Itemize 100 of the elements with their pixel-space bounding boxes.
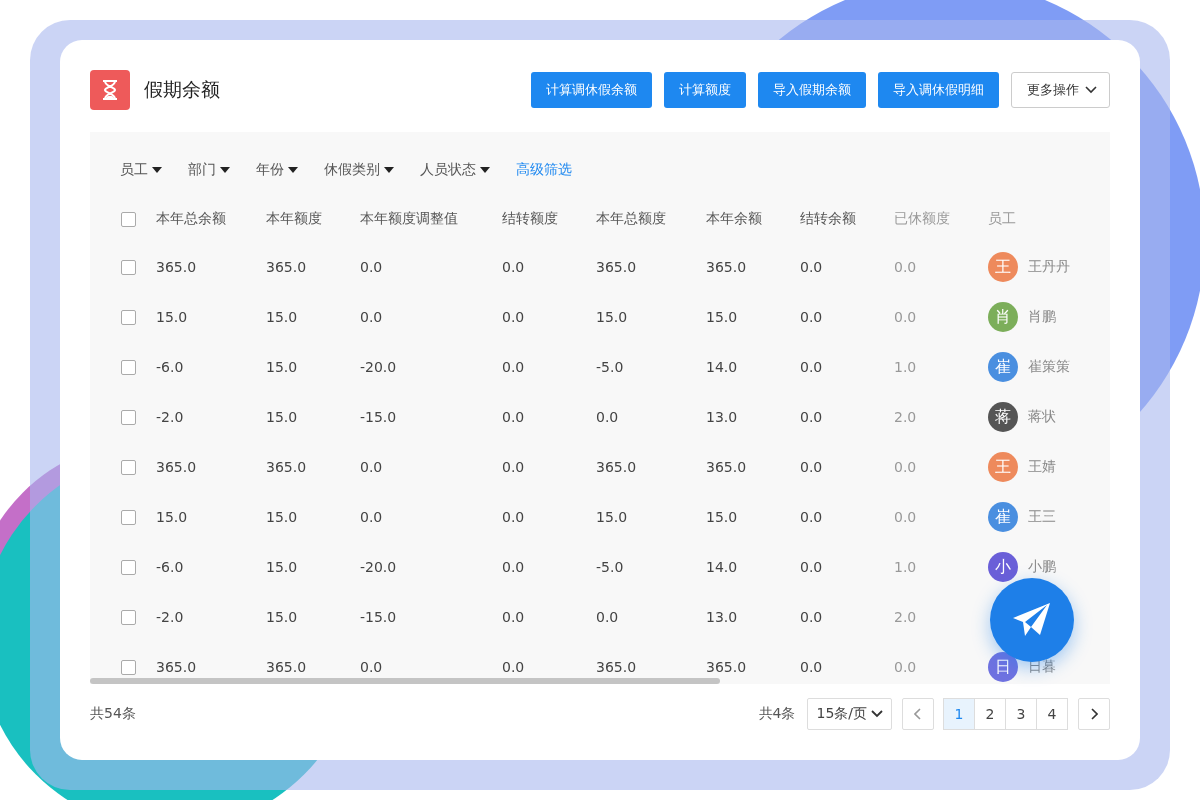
table-cell-text: 365.0 xyxy=(706,659,748,675)
filter-dropdown[interactable]: 休假类别 xyxy=(324,161,394,179)
table-cell-text: 15.0 xyxy=(266,409,299,425)
employee-name: 王婧 xyxy=(1028,458,1056,476)
table-cell-text: 15.0 xyxy=(596,509,629,525)
filter-dropdown[interactable]: 年份 xyxy=(256,161,298,179)
employee-name: 小鹏 xyxy=(1028,558,1056,576)
column-header: 结转余额 xyxy=(800,210,857,228)
previous-page-button[interactable] xyxy=(902,698,934,730)
column-header: 本年总额度 xyxy=(596,210,667,228)
page-button[interactable]: 3 xyxy=(1005,698,1037,730)
table-cell-text: 15.0 xyxy=(266,309,299,325)
row-checkbox[interactable] xyxy=(120,409,136,425)
table-cell-text: 0.0 xyxy=(360,259,384,275)
row-checkbox[interactable] xyxy=(120,359,136,375)
advanced-filter-link[interactable]: 高级筛选 xyxy=(516,161,572,179)
row-checkbox[interactable] xyxy=(120,559,136,575)
table-cell-text: 365.0 xyxy=(266,259,308,275)
employee-name: 崔策策 xyxy=(1028,358,1070,376)
table-cell-text: 0.0 xyxy=(502,259,526,275)
avatar: 蒋 xyxy=(988,402,1018,432)
table-cell-text: 0.0 xyxy=(502,559,526,575)
table-cell-text: 365.0 xyxy=(266,659,308,675)
page-size-select[interactable]: 15条/页 xyxy=(807,698,892,730)
table-cell-text: 14.0 xyxy=(706,559,739,575)
avatar: 崔 xyxy=(988,352,1018,382)
table-cell-text: 365.0 xyxy=(156,459,198,475)
table-cell-text: 0.0 xyxy=(800,309,824,325)
table-cell-text: 365.0 xyxy=(266,459,308,475)
table-cell-text: 0.0 xyxy=(502,509,526,525)
page-button[interactable]: 4 xyxy=(1036,698,1068,730)
table-cell-text: 0.0 xyxy=(894,459,918,475)
row-checkbox[interactable] xyxy=(120,659,136,675)
row-checkbox[interactable] xyxy=(120,309,136,325)
action-button[interactable]: 计算额度 xyxy=(664,72,746,108)
filter-dropdown[interactable]: 人员状态 xyxy=(420,161,490,179)
table-cell-text: 1.0 xyxy=(894,559,918,575)
caret-icon xyxy=(384,167,394,173)
caret-icon xyxy=(480,167,490,173)
table-cell-text: 15.0 xyxy=(156,509,189,525)
row-checkbox[interactable] xyxy=(120,259,136,275)
employee-name: 蒋状 xyxy=(1028,408,1056,426)
column-header: 员工 xyxy=(988,210,1017,228)
table-cell-text: 0.0 xyxy=(800,659,824,675)
table-cell-text: -20.0 xyxy=(360,359,398,375)
employee-name: 王丹丹 xyxy=(1028,258,1070,276)
action-button[interactable]: 计算调休假余额 xyxy=(531,72,652,108)
column-header: 本年总余额 xyxy=(156,210,227,228)
hourglass-icon xyxy=(90,70,130,110)
table-cell-text: 0.0 xyxy=(502,609,526,625)
table-cell-text: 365.0 xyxy=(706,259,748,275)
table-cell-text: 14.0 xyxy=(706,359,739,375)
employee-name: 肖鹏 xyxy=(1028,308,1056,326)
table-cell-text: 0.0 xyxy=(502,459,526,475)
page-button[interactable]: 2 xyxy=(974,698,1006,730)
column-header: 本年额度调整值 xyxy=(360,210,459,228)
select-all-checkbox[interactable] xyxy=(120,211,136,227)
table-cell-text: -5.0 xyxy=(596,559,625,575)
page-title: 假期余额 xyxy=(144,77,220,102)
avatar: 王 xyxy=(988,252,1018,282)
table-cell-text: 15.0 xyxy=(266,509,299,525)
table-cell-text: 0.0 xyxy=(502,409,526,425)
table-cell-text: 0.0 xyxy=(894,509,918,525)
avatar: 日 xyxy=(988,652,1018,682)
table-cell-text: -15.0 xyxy=(360,409,398,425)
table-cell-text: 13.0 xyxy=(706,609,739,625)
table-cell-text: 0.0 xyxy=(360,509,384,525)
table-cell-text: 0.0 xyxy=(800,459,824,475)
table-cell-text: 2.0 xyxy=(894,409,918,425)
more-actions-button[interactable]: 更多操作 xyxy=(1011,72,1110,108)
scrollbar-thumb[interactable] xyxy=(90,678,720,684)
row-checkbox[interactable] xyxy=(120,459,136,475)
table-cell-text: -6.0 xyxy=(156,359,185,375)
row-checkbox[interactable] xyxy=(120,609,136,625)
table-cell-text: 1.0 xyxy=(894,359,918,375)
table-cell-text: 365.0 xyxy=(596,259,638,275)
filter-dropdown[interactable]: 部门 xyxy=(188,161,230,179)
paper-plane-icon xyxy=(1012,602,1052,638)
table-cell-text: 0.0 xyxy=(800,609,824,625)
table-cell-text: 365.0 xyxy=(706,459,748,475)
column-header: 结转额度 xyxy=(502,210,559,228)
table-cell-text: 365.0 xyxy=(156,659,198,675)
total-count: 共54条 xyxy=(90,705,136,723)
row-checkbox[interactable] xyxy=(120,509,136,525)
action-button[interactable]: 导入调休假明细 xyxy=(878,72,999,108)
table-cell-text: 0.0 xyxy=(800,359,824,375)
action-button[interactable]: 导入假期余额 xyxy=(758,72,866,108)
table-cell-text: 2.0 xyxy=(894,609,918,625)
table-cell-text: 0.0 xyxy=(894,259,918,275)
chevron-left-icon xyxy=(914,708,922,720)
table-cell-text: -20.0 xyxy=(360,559,398,575)
table-cell-text: -15.0 xyxy=(360,609,398,625)
table-cell-text: 365.0 xyxy=(156,259,198,275)
column-header: 本年余额 xyxy=(706,210,763,228)
table-cell-text: 0.0 xyxy=(800,509,824,525)
filter-dropdown[interactable]: 员工 xyxy=(120,161,162,179)
table-cell-text: 0.0 xyxy=(502,309,526,325)
next-page-button[interactable] xyxy=(1078,698,1110,730)
table-cell-text: 365.0 xyxy=(596,659,638,675)
table-cell-text: 15.0 xyxy=(266,609,299,625)
